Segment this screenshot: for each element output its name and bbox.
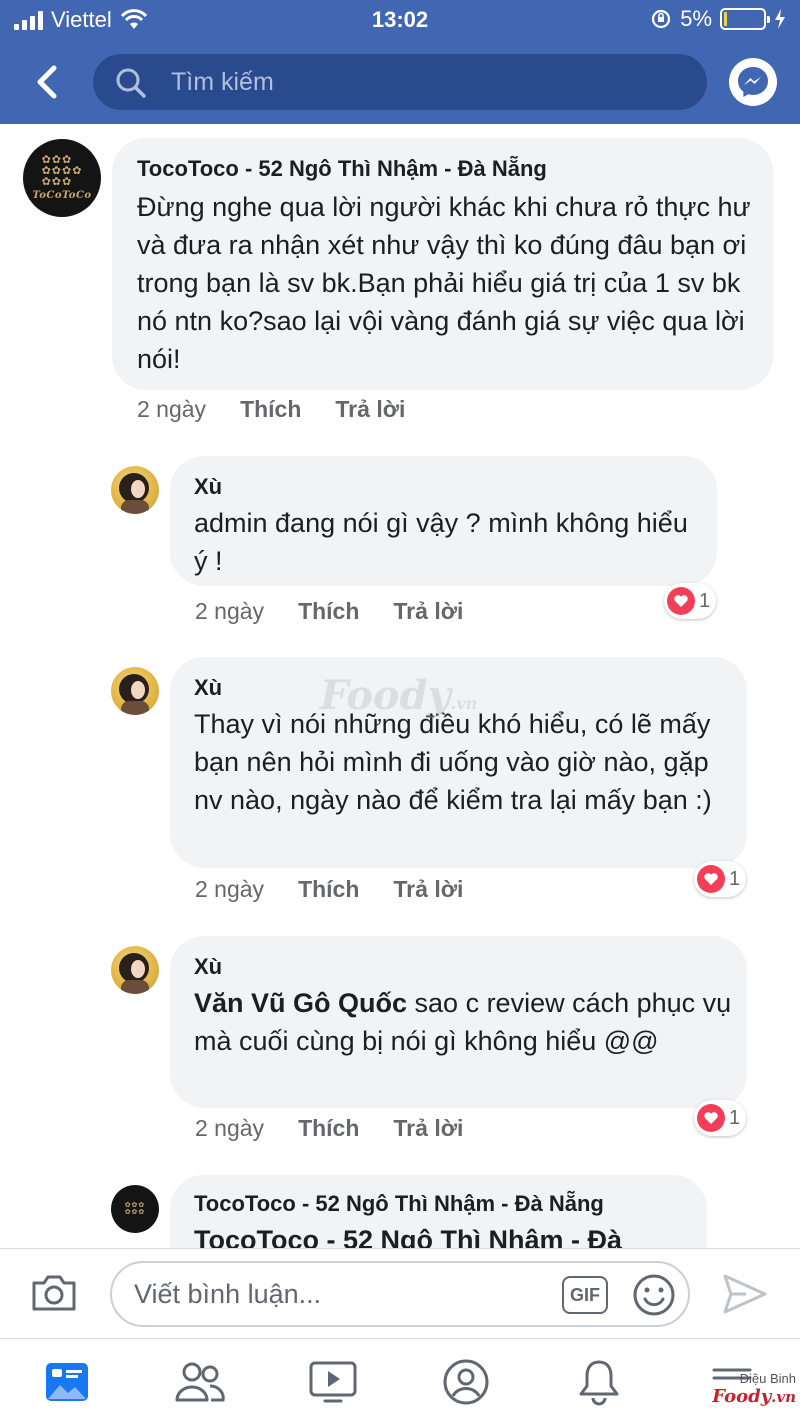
tab-friends[interactable] <box>170 1355 230 1409</box>
friends-icon <box>175 1362 225 1402</box>
reaction-count: 1 <box>699 589 711 612</box>
avatar[interactable] <box>111 466 159 514</box>
back-arrow-icon <box>37 65 57 99</box>
tab-notifications[interactable] <box>569 1355 629 1409</box>
search-icon <box>116 68 146 98</box>
mention-link[interactable]: Văn Vũ Gô Quốc <box>194 988 407 1018</box>
comment-time: 2 ngày <box>137 396 207 422</box>
battery-percent: 5% <box>680 6 712 31</box>
top-bar: Viettel 13:02 5% Tìm kiếm <box>0 0 800 124</box>
search-bar[interactable]: Tìm kiếm <box>93 54 707 110</box>
reply-bubble[interactable]: Xù Văn Vũ Gô Quốc sao c review cách phục… <box>170 936 747 1108</box>
messenger-icon <box>738 67 768 97</box>
love-reaction-icon <box>697 1104 725 1132</box>
news-feed-icon <box>46 1363 88 1401</box>
comment-actions: 2 ngày Thích Trả lời <box>137 396 405 423</box>
tab-profile[interactable] <box>436 1355 496 1409</box>
bottom-tab-bar: Điệu Binh Foody.vn <box>0 1338 800 1422</box>
reaction-badge[interactable]: 1 <box>694 861 747 897</box>
avatar[interactable]: ✿✿✿ ✿✿✿✿ ✿✿✿ ToCoToCo <box>23 139 101 217</box>
comment-placeholder: Viết bình luận... <box>134 1279 322 1309</box>
camera-icon[interactable] <box>30 1273 78 1313</box>
gif-button[interactable]: GIF <box>562 1276 608 1314</box>
messenger-button[interactable] <box>729 58 777 106</box>
send-icon[interactable] <box>722 1273 768 1315</box>
avatar-pattern: ✿✿✿ ✿✿✿ <box>124 1202 146 1216</box>
foody-brand-mark: Điệu Binh Foody.vn <box>706 1371 796 1407</box>
brand-line2: Foody.vn <box>712 1386 796 1407</box>
avatar-brand: ToCoToCo <box>32 190 92 201</box>
search-placeholder: Tìm kiếm <box>171 68 274 96</box>
love-reaction-icon <box>667 587 695 615</box>
reply-button[interactable]: Trả lời <box>393 1115 463 1142</box>
avatar[interactable] <box>111 946 159 994</box>
comment-input[interactable]: Viết bình luận... GIF <box>110 1261 690 1327</box>
status-right: 5% <box>650 6 786 32</box>
reaction-count: 1 <box>729 1106 741 1129</box>
comment-author[interactable]: Xù <box>194 675 222 701</box>
foody-watermark: Foody.vn <box>320 672 478 719</box>
reaction-badge[interactable]: 1 <box>664 583 717 619</box>
like-button[interactable]: Thích <box>298 876 359 903</box>
comments-feed[interactable]: ✿✿✿ ✿✿✿✿ ✿✿✿ ToCoToCo TocoToco - 52 Ngô Th… <box>0 124 800 1248</box>
comment-actions: 2 ngày Thích Trả lời <box>195 598 463 625</box>
comment-text: Văn Vũ Gô Quốc sao c review cách phục vụ… <box>194 984 734 1060</box>
status-bar: Viettel 13:02 5% <box>0 0 800 40</box>
bell-icon <box>579 1360 619 1406</box>
comment-bubble[interactable]: TocoToco - 52 Ngô Thì Nhậm - Đà Nẵng Đừn… <box>112 138 773 390</box>
love-reaction-icon <box>697 865 725 893</box>
like-button[interactable]: Thích <box>298 1115 359 1142</box>
rotation-lock-icon <box>652 9 671 29</box>
app: Viettel 13:02 5% Tìm kiếm ✿✿✿ ✿✿✿✿ ✿✿✿ T… <box>0 0 800 1422</box>
emoji-icon[interactable] <box>632 1273 676 1317</box>
reaction-count: 1 <box>729 867 741 890</box>
avatar[interactable]: ✿✿✿ ✿✿✿ <box>111 1185 159 1233</box>
tab-news-feed[interactable] <box>37 1355 97 1409</box>
mention-link[interactable]: TocoToco - 52 Ngô Thì Nhậm - Đà <box>194 1225 622 1248</box>
comment-actions: 2 ngày Thích Trả lời <box>195 1115 463 1142</box>
comment-author[interactable]: TocoToco - 52 Ngô Thì Nhậm - Đà Nẵng <box>137 156 547 182</box>
brand-line1: Điệu Binh <box>739 1371 796 1386</box>
comment-composer: Viết bình luận... GIF <box>0 1248 800 1338</box>
comment-text: Thay vì nói những điều khó hiểu, có lẽ m… <box>194 709 712 815</box>
comment-text: TocoToco - 52 Ngô Thì Nhậm - Đà <box>194 1221 704 1248</box>
reply-button[interactable]: Trả lời <box>393 876 463 903</box>
reply-button[interactable]: Trả lời <box>335 396 405 423</box>
like-button[interactable]: Thích <box>298 598 359 625</box>
avatar[interactable] <box>111 667 159 715</box>
reply-bubble[interactable]: TocoToco - 52 Ngô Thì Nhậm - Đà Nẵng Toc… <box>170 1175 707 1248</box>
watch-video-icon <box>309 1361 357 1403</box>
comment-time: 2 ngày <box>195 1115 265 1141</box>
charging-icon <box>775 9 785 29</box>
battery-icon <box>720 8 770 30</box>
like-button[interactable]: Thích <box>240 396 301 423</box>
comment-actions: 2 ngày Thích Trả lời <box>195 876 463 903</box>
comment-text: admin đang nói gì vậy ? mình không hiểu … <box>194 508 688 576</box>
comment-author[interactable]: TocoToco - 52 Ngô Thì Nhậm - Đà Nẵng <box>194 1191 604 1217</box>
comment-text: Đừng nghe qua lời người khác khi chưa rỏ… <box>137 192 751 374</box>
reply-bubble[interactable]: Xù admin đang nói gì vậy ? mình không hi… <box>170 456 717 586</box>
comment-author[interactable]: Xù <box>194 474 222 500</box>
comment-author[interactable]: Xù <box>194 954 222 980</box>
comment-time: 2 ngày <box>195 876 265 902</box>
reply-button[interactable]: Trả lời <box>393 598 463 625</box>
avatar-pattern: ✿✿✿ ✿✿✿✿ ✿✿✿ <box>41 154 83 188</box>
back-button[interactable] <box>28 60 64 104</box>
comment-time: 2 ngày <box>195 598 265 624</box>
reaction-badge[interactable]: 1 <box>694 1100 747 1136</box>
tab-watch[interactable] <box>303 1355 363 1409</box>
profile-icon <box>443 1359 489 1405</box>
